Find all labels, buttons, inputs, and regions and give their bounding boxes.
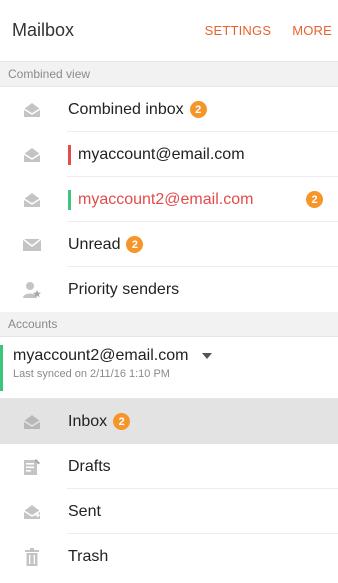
unread-item[interactable]: Unread 2	[0, 222, 338, 267]
settings-button[interactable]: SETTINGS	[205, 23, 272, 38]
account-label: myaccount2@email.com	[78, 190, 254, 208]
inbox-icon	[21, 411, 43, 433]
folder-label: Inbox	[68, 412, 108, 430]
folder-label: Sent	[68, 502, 101, 520]
folder-drafts[interactable]: Drafts	[0, 444, 338, 489]
unread-count-badge: 2	[126, 236, 144, 253]
unread-count-badge: 2	[306, 191, 323, 208]
account-color-bar	[68, 189, 71, 210]
drafts-icon	[21, 456, 43, 478]
dropdown-arrow-icon[interactable]	[202, 353, 213, 359]
envelope-icon	[21, 234, 43, 256]
more-button[interactable]: MORE	[292, 23, 332, 38]
unread-count-badge: 2	[189, 101, 207, 118]
account-selector[interactable]: myaccount2@email.com Last synced on 2/11…	[0, 337, 338, 399]
section-accounts: Accounts	[0, 312, 338, 337]
account-label: myaccount@email.com	[78, 145, 245, 163]
combined-inbox-label: Combined inbox	[68, 100, 184, 118]
folder-sent[interactable]: Sent	[0, 489, 338, 534]
section-combined-view: Combined view	[0, 62, 338, 87]
account-item-myaccount[interactable]: myaccount@email.com	[0, 132, 338, 177]
last-synced-text: Last synced on 2/11/16 1:10 PM	[13, 368, 170, 380]
unread-label: Unread	[68, 235, 121, 253]
sent-icon	[21, 501, 43, 523]
account-color-bar	[0, 345, 3, 391]
inbox-icon	[21, 189, 43, 211]
account-item-myaccount2[interactable]: myaccount2@email.com 2	[0, 177, 338, 222]
unread-count-badge: 2	[113, 413, 131, 430]
page-title: Mailbox	[12, 20, 75, 40]
priority-sender-icon	[21, 279, 43, 301]
priority-senders-item[interactable]: Priority senders	[0, 267, 338, 312]
current-account-name: myaccount2@email.com	[13, 347, 189, 364]
folder-label: Trash	[68, 547, 109, 565]
combined-inbox-item[interactable]: Combined inbox 2	[0, 87, 338, 132]
trash-icon	[21, 546, 43, 568]
folder-label: Drafts	[68, 457, 111, 475]
app-header: Mailbox SETTINGS MORE	[0, 0, 338, 62]
inbox-icon	[21, 99, 43, 121]
inbox-icon	[21, 144, 43, 166]
priority-senders-label: Priority senders	[68, 280, 180, 298]
folder-trash[interactable]: Trash	[0, 534, 338, 579]
account-color-bar	[68, 144, 71, 165]
folder-inbox[interactable]: Inbox 2	[0, 399, 338, 444]
